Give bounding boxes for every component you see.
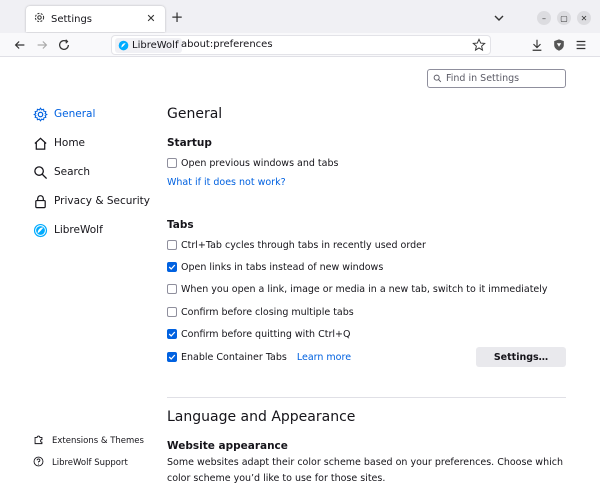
- ctrl-tab-checkbox[interactable]: Ctrl+Tab cycles through tabs in recently…: [167, 238, 426, 252]
- home-icon: [32, 135, 48, 151]
- checkmark-icon: [168, 331, 176, 337]
- reload-button[interactable]: [56, 37, 72, 53]
- reload-icon: [59, 39, 69, 50]
- identity-label: LibreWolf: [132, 40, 179, 51]
- menu-icon[interactable]: [573, 37, 589, 53]
- navigation-toolbar: LibreWolf about:preferences: [0, 33, 600, 57]
- checkbox-label: Ctrl+Tab cycles through tabs in recently…: [181, 239, 426, 251]
- checkbox[interactable]: [167, 284, 177, 294]
- confirm-close-tabs-checkbox[interactable]: Confirm before closing multiple tabs: [167, 305, 354, 319]
- tab-title: Settings: [51, 13, 93, 25]
- window-close-button[interactable]: ✕: [577, 11, 591, 25]
- sidebar-footer-label: Extensions & Themes: [52, 436, 144, 446]
- startup-help-link[interactable]: What if it does not work?: [167, 177, 286, 188]
- checkbox[interactable]: [167, 352, 177, 362]
- forward-button[interactable]: [34, 37, 50, 53]
- sidebar-extensions-themes[interactable]: Extensions & Themes: [33, 434, 144, 448]
- arrow-right-icon: [37, 41, 48, 49]
- back-button[interactable]: [12, 37, 28, 53]
- sidebar-item-privacy[interactable]: Privacy & Security: [32, 192, 150, 210]
- sidebar-item-librewolf[interactable]: LibreWolf: [32, 221, 103, 239]
- sidebar-item-label: Privacy & Security: [54, 195, 150, 207]
- gear-icon: [34, 12, 45, 26]
- sidebar-item-general[interactable]: General: [32, 105, 95, 123]
- chevron-down-icon[interactable]: [491, 10, 507, 26]
- checkbox-label: Confirm before quitting with Ctrl+Q: [181, 328, 351, 340]
- checkbox-label: Open links in tabs instead of new window…: [181, 261, 384, 273]
- checkbox[interactable]: [167, 307, 177, 317]
- startup-heading: Startup: [167, 137, 212, 149]
- sidebar-item-label: Search: [54, 166, 91, 178]
- sidebar-item-search[interactable]: Search: [32, 163, 90, 181]
- language-appearance-title: Language and Appearance: [167, 409, 356, 425]
- librewolf-icon: [32, 222, 48, 238]
- arrow-left-icon: [14, 41, 25, 49]
- checkbox[interactable]: [167, 158, 177, 168]
- sidebar-item-label: Home: [54, 137, 86, 149]
- checkbox[interactable]: [167, 262, 177, 272]
- search-placeholder: Find in Settings: [446, 73, 520, 84]
- help-icon: [33, 456, 44, 470]
- librewolf-icon: [118, 40, 129, 51]
- checkbox[interactable]: [167, 240, 177, 250]
- switch-to-new-tab-checkbox[interactable]: When you open a link, image or media in …: [167, 282, 548, 296]
- maximize-button[interactable]: ▢: [557, 11, 571, 25]
- checkbox-label: When you open a link, image or media in …: [181, 283, 548, 295]
- sidebar-support[interactable]: LibreWolf Support: [33, 456, 128, 470]
- website-appearance-description: Some websites adapt their color scheme b…: [167, 457, 563, 484]
- gear-icon: [32, 106, 48, 122]
- tab-strip: Settings ✕ + – ▢ ✕: [0, 0, 600, 33]
- identity-box[interactable]: LibreWolf: [115, 38, 183, 53]
- new-tab-button[interactable]: +: [169, 9, 185, 25]
- settings-search-input[interactable]: Find in Settings: [427, 69, 566, 88]
- restore-session-checkbox[interactable]: Open previous windows and tabs: [167, 156, 338, 170]
- container-settings-button[interactable]: Settings…: [476, 347, 566, 367]
- url-text[interactable]: about:preferences: [181, 39, 273, 50]
- tab-settings[interactable]: Settings ✕: [26, 6, 165, 32]
- checkbox-label: Enable Container Tabs: [181, 351, 287, 363]
- download-icon[interactable]: [529, 37, 545, 53]
- search-icon: [433, 74, 442, 83]
- sidebar-item-label: LibreWolf: [54, 224, 103, 236]
- confirm-quit-checkbox[interactable]: Confirm before quitting with Ctrl+Q: [167, 327, 350, 341]
- sidebar-item-home[interactable]: Home: [32, 134, 85, 152]
- learn-more-link[interactable]: Learn more: [297, 352, 351, 363]
- checkmark-icon: [168, 354, 176, 360]
- minimize-button[interactable]: –: [537, 11, 551, 25]
- checkbox-label: Confirm before closing multiple tabs: [181, 306, 354, 318]
- star-icon[interactable]: [472, 38, 486, 52]
- checkbox[interactable]: [167, 329, 177, 339]
- lock-icon: [32, 193, 48, 209]
- open-links-in-tabs-checkbox[interactable]: Open links in tabs instead of new window…: [167, 260, 383, 274]
- website-appearance-heading: Website appearance: [167, 440, 288, 452]
- puzzle-icon: [33, 434, 44, 448]
- checkbox-label: Open previous windows and tabs: [181, 157, 339, 169]
- search-icon: [32, 164, 48, 180]
- container-tabs-checkbox[interactable]: Enable Container Tabs Learn more: [167, 350, 351, 364]
- page-title: General: [167, 106, 223, 122]
- tabs-heading: Tabs: [167, 219, 194, 231]
- sidebar-item-label: General: [54, 108, 96, 120]
- startup-help-link-row: What if it does not work?: [167, 175, 286, 189]
- sidebar-footer-label: LibreWolf Support: [52, 458, 128, 468]
- close-icon[interactable]: ✕: [144, 11, 158, 25]
- shield-icon[interactable]: [551, 37, 567, 53]
- checkmark-icon: [168, 264, 176, 270]
- section-divider: [167, 397, 566, 398]
- url-bar[interactable]: LibreWolf about:preferences: [111, 35, 491, 55]
